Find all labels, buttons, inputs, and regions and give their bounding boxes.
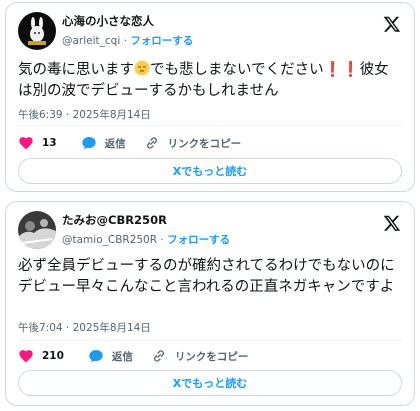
heart-icon: [19, 350, 33, 363]
follow-button[interactable]: フォローする: [167, 234, 230, 246]
action-bar: 210 返信 リンクをコピー: [18, 347, 248, 365]
handle-row: @tamio_CBR250R · フォローする: [62, 232, 230, 247]
tweet-text: 気の毒に思います でも悲しまないでください❗❗彼女は別の波でデビューするかもしれま…: [18, 60, 400, 102]
like-button[interactable]: 210: [18, 348, 64, 364]
author-handle[interactable]: @tamio_CBR250R: [62, 234, 157, 246]
copy-link-label: リンクをコピー: [174, 350, 249, 363]
reply-bubble-icon: [81, 137, 96, 150]
like-button[interactable]: 13: [18, 135, 57, 151]
tweet-card[interactable]: たみお@CBR250R @tamio_CBR250R · フォローする 必ず全員…: [5, 201, 415, 406]
copy-link-button[interactable]: リンクをコピー: [144, 135, 242, 151]
exclamation-emoji: ❗❗: [323, 62, 360, 78]
copy-link-button[interactable]: リンクをコピー: [151, 348, 249, 364]
author-name[interactable]: たみお@CBR250R: [62, 212, 167, 228]
divider: [18, 340, 402, 341]
avatar[interactable]: [18, 211, 56, 249]
link-icon: [153, 350, 164, 362]
text-part: でも悲しまないでください: [150, 62, 324, 78]
reply-label: 返信: [104, 137, 126, 150]
like-count: 210: [42, 350, 64, 362]
avatar[interactable]: [18, 12, 56, 50]
like-count: 13: [42, 137, 57, 149]
x-logo-icon[interactable]: [383, 214, 401, 232]
tweet-text: 必ず全員デビューするのが確約されてるわけでもないのにデビュー早々こんなこと言われ…: [18, 258, 395, 295]
copy-link-label: リンクをコピー: [167, 137, 242, 150]
x-logo-icon[interactable]: [383, 15, 401, 33]
timestamp[interactable]: 午後6:39 · 2025年8月14日: [18, 107, 151, 122]
handle-row: @arleit_cqi · フォローする: [62, 33, 193, 48]
read-more-button[interactable]: Xでもっと読む: [18, 370, 402, 396]
follow-button[interactable]: フォローする: [130, 35, 193, 47]
reply-button[interactable]: 返信: [88, 348, 133, 364]
action-bar: 13 返信 リンクをコピー: [18, 134, 241, 152]
timestamp[interactable]: 午後7:04 · 2025年8月14日: [18, 320, 151, 335]
separator: ·: [123, 35, 127, 47]
read-more-button[interactable]: Xでもっと読む: [18, 158, 402, 184]
author-name[interactable]: 心海の小さな恋人: [62, 13, 154, 29]
divider: [18, 125, 402, 126]
pensive-face-icon: [134, 60, 150, 76]
text-part: 気の毒に思います: [18, 62, 134, 78]
tweet-card[interactable]: 心海の小さな恋人 @arleit_cqi · フォローする 気の毒に思います でも…: [5, 2, 415, 192]
author-handle[interactable]: @arleit_cqi: [62, 35, 120, 47]
link-icon: [146, 137, 157, 149]
reply-label: 返信: [111, 350, 133, 363]
reply-button[interactable]: 返信: [81, 135, 126, 151]
separator: ·: [160, 234, 164, 246]
reply-bubble-icon: [89, 350, 103, 363]
heart-icon: [19, 137, 33, 150]
